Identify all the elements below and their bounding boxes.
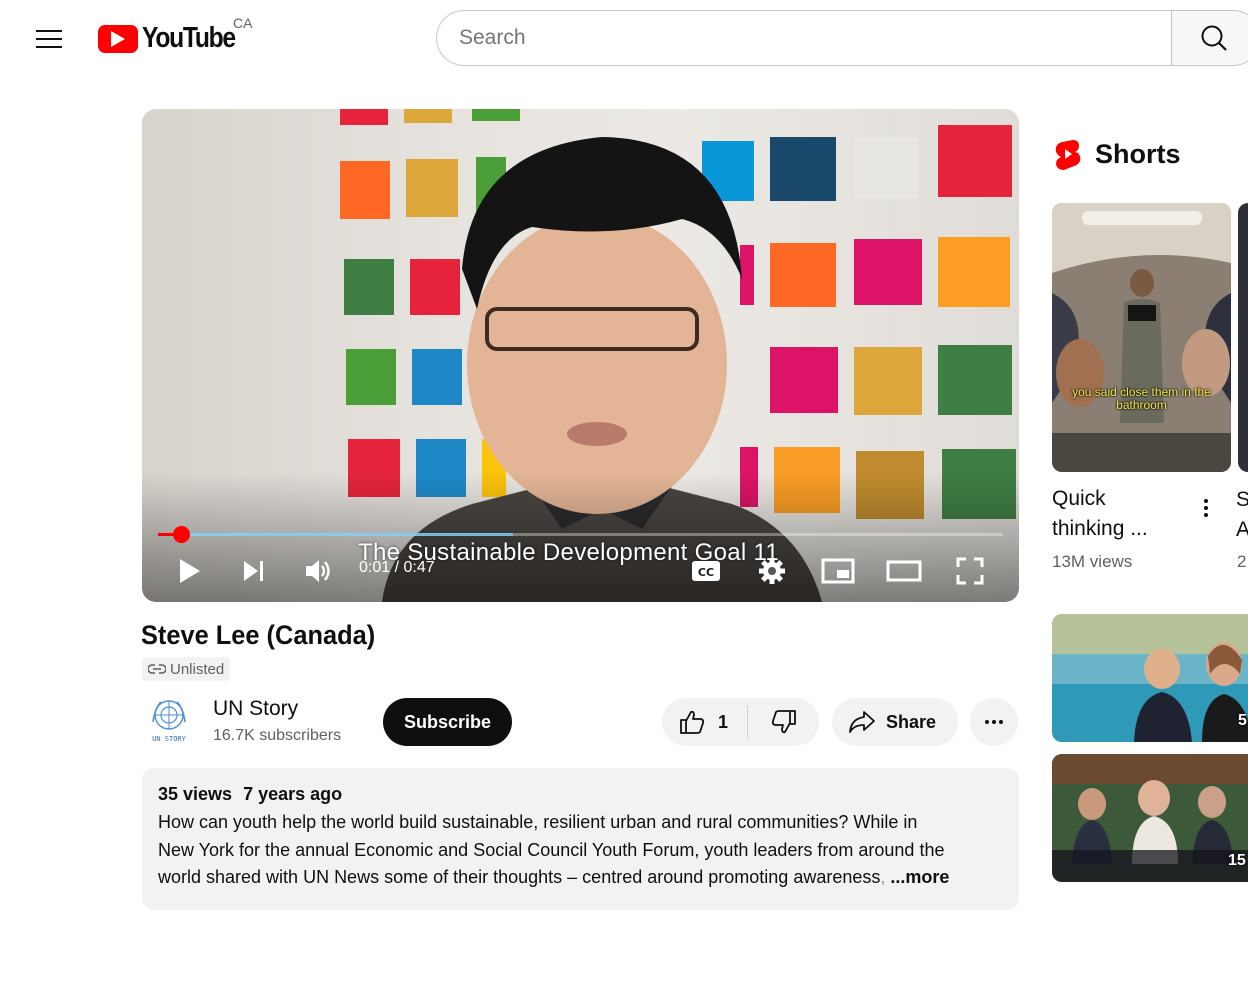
like-button[interactable]: 1 [662,705,748,739]
search-icon [1201,25,1227,51]
progress-bar[interactable] [158,533,1003,536]
settings-icon [759,558,785,584]
region-label: CA [233,15,253,31]
description-box[interactable]: 35 views 7 years ago How can youth help … [142,768,1019,910]
short-thumbnail[interactable]: you said close them in the bathroom [1052,203,1231,472]
next-button[interactable] [236,553,272,589]
video-player[interactable]: The Sustainable Development Goal 11 0:01… [142,109,1019,602]
channel-subscribers: 16.7K subscribers [213,727,342,744]
more-actions-button[interactable] [970,698,1018,746]
video-stats: 35 views 7 years ago [158,784,1003,805]
settings-button[interactable] [752,553,792,589]
view-count: 35 views [158,784,233,804]
short-caption: you said close them in the bathroom [1072,385,1211,412]
share-label: Share [886,711,937,732]
time-display: 0:01 / 0:47 [359,559,435,576]
short-title-line: Quick [1052,487,1106,510]
dislike-button[interactable] [748,698,819,746]
link-icon [148,664,166,674]
share-button[interactable]: Share [832,698,958,746]
share-icon [849,711,875,733]
short-thumbnail-partial[interactable] [1238,203,1248,472]
youtube-logo[interactable]: YouTube [98,22,251,55]
buffered-bar [158,533,513,536]
like-count: 1 [718,711,729,732]
video-count-partial: 15 [1228,852,1246,869]
shorts-header: Shorts [1054,138,1181,170]
related-video-thumbnail[interactable]: 15 [1052,754,1248,882]
subscribe-button[interactable]: Subscribe [383,698,512,746]
theater-mode-icon [886,560,922,582]
description-line: New York for the annual Economic and Soc… [158,839,945,860]
search-button[interactable] [1171,10,1248,66]
description-text: How can youth help the world build susta… [158,809,1008,892]
thumbs-down-icon [771,710,796,734]
short-title-partial[interactable]: A [1236,518,1248,542]
fullscreen-button[interactable] [950,553,990,589]
related-video-thumbnail[interactable]: 5 [1052,614,1248,742]
miniplayer-button[interactable] [818,553,858,589]
svg-text:CC: CC [698,566,714,579]
miniplayer-icon [821,558,855,584]
description-line: world shared with UN News some of their … [158,867,881,887]
volume-icon [306,560,330,582]
shorts-icon [1055,140,1081,170]
video-title: Steve Lee (Canada) [141,620,376,650]
play-button[interactable] [172,553,208,589]
youtube-logo-icon [98,24,138,53]
progress-scrubber[interactable] [172,526,190,543]
show-more-link[interactable]: ...more [890,867,949,887]
channel-avatar-text: UN STORY [152,735,187,743]
play-icon [180,559,200,583]
search-input[interactable] [459,26,1172,50]
closed-captions-icon: CC [692,561,720,581]
logo-text: YouTube [142,22,236,54]
unlisted-badge: Unlisted [142,657,231,681]
short-title[interactable]: Quick thinking ... [1052,484,1148,544]
description-line: How can youth help the world build susta… [158,812,918,832]
description-fade: , [880,867,886,887]
short-menu-button[interactable] [1196,494,1216,522]
thumbs-up-icon [680,710,705,734]
short-views: 13M views [1052,552,1133,571]
channel-name[interactable]: UN Story [213,697,298,721]
video-count-partial: 5 [1238,712,1247,729]
upload-date: 7 years ago [243,784,343,804]
next-icon [244,561,263,581]
volume-button[interactable] [300,553,336,589]
shorts-title: Shorts [1095,138,1181,169]
badge-label: Unlisted [170,660,225,678]
video-frame [142,109,1019,602]
fullscreen-icon [956,557,984,585]
search-box[interactable] [436,10,1172,66]
like-dislike-group: 1 [662,698,819,746]
short-views-partial: 2 [1237,552,1247,571]
short-title-line: thinking ... [1052,517,1148,540]
channel-avatar[interactable]: UN STORY [145,696,193,744]
youtube-watch-page: YouTube CA Search The Sustainable Develo… [0,0,1248,998]
menu-icon[interactable] [30,20,68,58]
captions-button[interactable]: CC [686,553,726,589]
short-title-partial[interactable]: S [1236,488,1248,512]
theater-mode-button[interactable] [884,553,924,589]
